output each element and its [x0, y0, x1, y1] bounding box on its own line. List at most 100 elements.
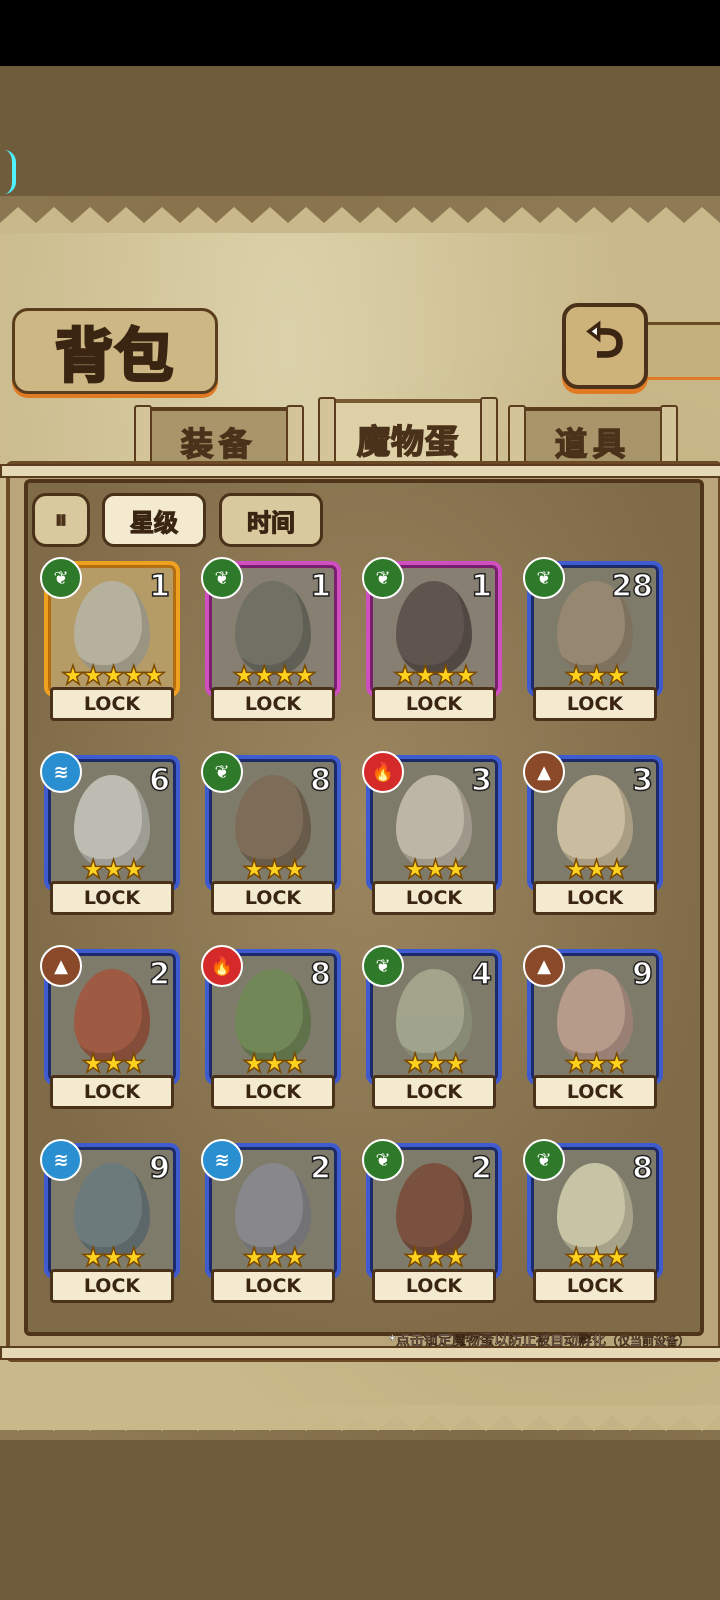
lock-button[interactable]: LOCK	[533, 687, 657, 721]
water-element-icon: ≋	[40, 751, 82, 793]
egg-count: 1	[470, 568, 492, 605]
egg-slot[interactable]: 3 ★★★ 🔥 LOCK	[362, 751, 504, 921]
egg-slot[interactable]: 28 ★★★ ❦ LOCK	[523, 557, 665, 727]
sort-by-time-label: 时间	[246, 507, 295, 537]
lock-button-label: LOCK	[405, 1081, 463, 1103]
torn-edge-top	[0, 207, 720, 233]
lock-button[interactable]: LOCK	[211, 687, 335, 721]
lock-button-label: LOCK	[83, 1081, 141, 1103]
tab-post	[318, 397, 336, 469]
egg-count: 2	[148, 956, 170, 993]
egg-slot[interactable]: 6 ★★★ ≋ LOCK	[40, 751, 182, 921]
lock-button-label: LOCK	[244, 887, 302, 909]
egg-slot[interactable]: 1 ★★★★★ ❦ LOCK	[40, 557, 182, 727]
egg-slot[interactable]: 2 ★★★ ≋ LOCK	[201, 1139, 343, 1309]
lock-button[interactable]: LOCK	[533, 881, 657, 915]
lock-button-label: LOCK	[405, 693, 463, 715]
lock-button[interactable]: LOCK	[50, 1269, 174, 1303]
lock-button[interactable]: LOCK	[50, 1075, 174, 1109]
egg-slot[interactable]: 8 ★★★ ❦ LOCK	[201, 751, 343, 921]
lock-button-label: LOCK	[83, 887, 141, 909]
leaf-element-icon: ❦	[201, 751, 243, 793]
egg-count: 8	[631, 1150, 653, 1187]
egg-count: 2	[309, 1150, 331, 1187]
water-element-icon: ≋	[201, 1139, 243, 1181]
lock-button-label: LOCK	[244, 693, 302, 715]
tab-post	[480, 397, 498, 469]
lock-hint-text: *点击锁定魔物蛋以防止被自动孵化	[388, 1333, 607, 1349]
lock-button-label: LOCK	[566, 887, 624, 909]
sort-toggle-icon: ⏸	[54, 504, 68, 535]
egg-count: 1	[309, 568, 331, 605]
lock-button[interactable]: LOCK	[372, 687, 496, 721]
lock-button[interactable]: LOCK	[50, 687, 174, 721]
egg-count: 6	[148, 762, 170, 799]
egg-slot[interactable]: 8 ★★★ ❦ LOCK	[523, 1139, 665, 1309]
back-arrow-icon: ⮌	[586, 312, 625, 368]
lock-button[interactable]: LOCK	[50, 881, 174, 915]
lock-button-label: LOCK	[244, 1081, 302, 1103]
sort-by-rarity-button[interactable]: 星级	[102, 493, 206, 547]
egg-slot[interactable]: 1 ★★★★ ❦ LOCK	[201, 557, 343, 727]
egg-slot[interactable]: 4 ★★★ ❦ LOCK	[362, 945, 504, 1115]
bottom-map-band	[0, 1440, 720, 1600]
egg-count: 4	[470, 956, 492, 993]
lock-button[interactable]: LOCK	[211, 881, 335, 915]
lock-button[interactable]: LOCK	[372, 1075, 496, 1109]
sort-by-time-button[interactable]: 时间	[219, 493, 323, 547]
leaf-element-icon: ❦	[201, 557, 243, 599]
egg-slot[interactable]: 9 ★★★ ≋ LOCK	[40, 1139, 182, 1309]
lock-button-label: LOCK	[83, 1275, 141, 1297]
egg-slot[interactable]: 9 ★★★ ▲ LOCK	[523, 945, 665, 1115]
lock-button-label: LOCK	[244, 1275, 302, 1297]
tab-items-label: 道具	[554, 424, 631, 464]
egg-count: 28	[611, 568, 654, 605]
page-title: 背包	[12, 308, 218, 394]
egg-count: 9	[148, 1150, 170, 1187]
tab-equipment-label: 装备	[180, 424, 257, 464]
egg-slot[interactable]: 3 ★★★ ▲ LOCK	[523, 751, 665, 921]
header-strip	[640, 322, 720, 380]
egg-count: 3	[470, 762, 492, 799]
lock-button-label: LOCK	[566, 693, 624, 715]
tab-monster-eggs-label: 魔物蛋	[356, 421, 459, 462]
egg-count: 8	[309, 762, 331, 799]
earth-element-icon: ▲	[523, 751, 565, 793]
leaf-element-icon: ❦	[362, 1139, 404, 1181]
water-element-icon: ≋	[40, 1139, 82, 1181]
torn-edge-bottom	[0, 1405, 720, 1431]
egg-slot[interactable]: 2 ★★★ ❦ LOCK	[362, 1139, 504, 1309]
egg-count: 2	[470, 1150, 492, 1187]
egg-count: 8	[309, 956, 331, 993]
page-title-text: 背包	[53, 321, 175, 392]
egg-slot[interactable]: 8 ★★★ 🔥 LOCK	[201, 945, 343, 1115]
egg-slot[interactable]: 1 ★★★★ ❦ LOCK	[362, 557, 504, 727]
lock-button[interactable]: LOCK	[533, 1075, 657, 1109]
egg-grid: 1 ★★★★★ ❦ LOCK 1 ★★★★ ❦ LOCK 1 ★★★★ ❦ LOCK 28 ★★★ ❦ LOC…	[40, 557, 680, 1317]
sort-toggle-button[interactable]: ⏸	[32, 493, 90, 547]
earth-element-icon: ▲	[523, 945, 565, 987]
status-bar	[0, 0, 720, 66]
lock-button-label: LOCK	[566, 1275, 624, 1297]
earth-element-icon: ▲	[40, 945, 82, 987]
lock-button-label: LOCK	[405, 1275, 463, 1297]
egg-count: 9	[631, 956, 653, 993]
fire-element-icon: 🔥	[362, 751, 404, 793]
lock-hint-subtext: （仅当前设备）	[605, 1334, 690, 1348]
egg-count: 3	[631, 762, 653, 799]
lock-button[interactable]: LOCK	[533, 1269, 657, 1303]
panel-rail-top	[0, 464, 720, 478]
lock-button[interactable]: LOCK	[211, 1269, 335, 1303]
lock-button[interactable]: LOCK	[372, 881, 496, 915]
leaf-element-icon: ❦	[523, 1139, 565, 1181]
top-map-band	[0, 66, 720, 196]
lock-button-label: LOCK	[405, 887, 463, 909]
lock-button[interactable]: LOCK	[211, 1075, 335, 1109]
leaf-element-icon: ❦	[362, 557, 404, 599]
lock-button[interactable]: LOCK	[372, 1269, 496, 1303]
side-glow-indicator	[4, 150, 16, 194]
egg-slot[interactable]: 2 ★★★ ▲ LOCK	[40, 945, 182, 1115]
lock-hint-note: *点击锁定魔物蛋以防止被自动孵化（仅当前设备）	[388, 1330, 691, 1350]
back-button[interactable]: ⮌	[562, 303, 648, 389]
lock-button-label: LOCK	[83, 693, 141, 715]
